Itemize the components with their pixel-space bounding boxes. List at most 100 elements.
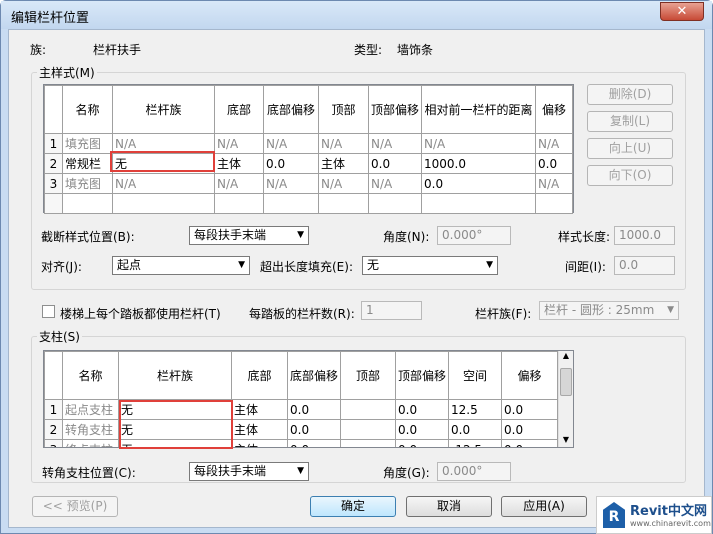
balusters-per-tread-input[interactable]: 1 [361,301,422,320]
table-cell[interactable]: 1000.0 [421,153,536,174]
table-cell[interactable] [112,193,215,214]
per-tread-checkbox[interactable] [42,305,55,318]
close-button[interactable]: ✕ [660,2,704,21]
excess-length-select[interactable]: 无 ▼ [362,256,498,275]
ok-button[interactable]: 确定 [310,496,396,517]
column-header[interactable]: 底部 [231,351,288,400]
table-cell[interactable]: 无 [118,399,232,420]
table-cell[interactable]: 0.0 [395,419,449,440]
table-cell[interactable]: 0.0 [501,399,558,420]
column-header[interactable]: 名称 [62,85,113,134]
pattern-length-input[interactable]: 1000.0 [614,226,675,245]
scroll-up-icon[interactable]: ▲ [559,351,573,360]
table-cell[interactable]: 无 [118,439,232,447]
table-cell[interactable]: 0.0 [287,399,341,420]
table-row[interactable]: 1 填充图 N/A N/A N/A N/A N/A N/A N/A [44,133,573,154]
table-cell[interactable]: N/A [214,173,264,194]
table-cell[interactable]: 主体 [231,439,288,447]
baluster-family-select[interactable]: 栏杆 - 圆形 : 25mm ▼ [539,301,679,320]
table-row[interactable]: 2 常规栏 无 主体 0.0 主体 0.0 1000.0 0.0 [44,153,573,174]
table-cell[interactable] [368,193,422,214]
table-cell[interactable] [340,419,396,440]
move-up-button[interactable]: 向上(U) [587,138,673,159]
table-cell[interactable]: 起点支柱 [62,399,119,420]
table-cell[interactable] [535,193,573,214]
table-cell[interactable]: N/A [318,173,369,194]
cancel-button[interactable]: 取消 [406,496,492,517]
table-cell[interactable]: 0.0 [501,439,558,447]
column-header[interactable]: 名称 [62,351,119,400]
table-cell[interactable]: 0.0 [368,153,422,174]
table-cell[interactable]: N/A [263,173,319,194]
table-cell[interactable] [340,439,396,447]
table-cell[interactable]: N/A [263,133,319,154]
posts-scrollbar[interactable]: ▲ ▼ [558,351,573,447]
scroll-down-icon[interactable]: ▼ [559,435,573,444]
table-cell[interactable]: 0.0 [395,439,449,447]
table-row[interactable]: 3 终点支柱 无 主体 0.0 0.0 -12.5 0.0 [44,439,558,447]
table-cell[interactable]: 0.0 [287,419,341,440]
table-cell[interactable]: 12.5 [448,399,502,420]
table-cell[interactable] [62,193,113,214]
column-header[interactable]: 偏移 [535,85,573,134]
table-cell[interactable]: 主体 [231,419,288,440]
table-cell[interactable] [340,399,396,420]
table-cell[interactable]: 终点支柱 [62,439,119,447]
column-header[interactable]: 偏移 [501,351,558,400]
posts-grid[interactable]: 名称 栏杆族 底部 底部偏移 顶部 顶部偏移 空间 偏移 1 起点支柱 无 主体… [43,350,574,448]
column-header[interactable]: 底部偏移 [287,351,341,400]
justify-select[interactable]: 起点 ▼ [112,256,250,275]
table-row[interactable]: 3 填充图 N/A N/A N/A N/A N/A 0.0 N/A [44,173,573,194]
table-cell[interactable]: N/A [368,173,422,194]
preview-button[interactable]: << 预览(P) [32,496,118,517]
column-header[interactable]: 底部偏移 [263,85,319,134]
table-cell[interactable]: N/A [214,133,264,154]
table-cell[interactable]: 0.0 [501,419,558,440]
table-cell[interactable]: 转角支柱 [62,419,119,440]
table-cell[interactable]: 0.0 [287,439,341,447]
angle-input[interactable]: 0.000° [437,226,511,245]
table-cell[interactable]: N/A [535,173,573,194]
column-header[interactable]: 底部 [214,85,264,134]
table-cell[interactable]: -12.5 [448,439,502,447]
table-cell[interactable] [421,193,536,214]
column-header[interactable]: 顶部 [340,351,396,400]
table-cell[interactable]: 主体 [214,153,264,174]
table-cell[interactable]: 0.0 [263,153,319,174]
column-header[interactable]: 顶部偏移 [368,85,422,134]
table-cell[interactable]: N/A [112,133,215,154]
table-cell[interactable]: 0.0 [421,173,536,194]
delete-button[interactable]: 删除(D) [587,84,673,105]
table-cell[interactable]: 主体 [318,153,369,174]
spacing-input[interactable]: 0.0 [614,256,675,275]
table-cell[interactable]: N/A [112,173,215,194]
table-cell[interactable]: 0.0 [448,419,502,440]
table-row[interactable]: 2 转角支柱 无 主体 0.0 0.0 0.0 0.0 [44,419,558,440]
table-cell[interactable]: 无 [112,153,215,174]
column-header[interactable]: 相对前一栏杆的距离 [421,85,536,134]
table-cell[interactable]: N/A [318,133,369,154]
table-cell[interactable] [318,193,369,214]
column-header[interactable]: 栏杆族 [112,85,215,134]
table-cell[interactable]: N/A [535,133,573,154]
table-cell[interactable]: N/A [421,133,536,154]
table-cell[interactable]: N/A [368,133,422,154]
column-header[interactable]: 顶部 [318,85,369,134]
table-cell[interactable]: 填充图 [62,173,113,194]
scroll-thumb[interactable] [560,368,572,396]
table-cell[interactable]: 0.0 [395,399,449,420]
column-header[interactable]: 顶部偏移 [395,351,449,400]
copy-button[interactable]: 复制(L) [587,111,673,132]
column-header[interactable]: 栏杆族 [118,351,232,400]
table-cell[interactable]: 填充图 [62,133,113,154]
table-cell[interactable]: 0.0 [535,153,573,174]
table-cell[interactable] [263,193,319,214]
table-cell[interactable]: 主体 [231,399,288,420]
table-cell[interactable]: 无 [118,419,232,440]
column-header[interactable]: 空间 [448,351,502,400]
table-row[interactable]: 1 起点支柱 无 主体 0.0 0.0 12.5 0.0 [44,399,558,420]
table-cell[interactable] [214,193,264,214]
corner-angle-input[interactable]: 0.000° [437,462,511,481]
apply-button[interactable]: 应用(A) [501,496,587,517]
break-position-select[interactable]: 每段扶手末端 ▼ [189,226,309,245]
